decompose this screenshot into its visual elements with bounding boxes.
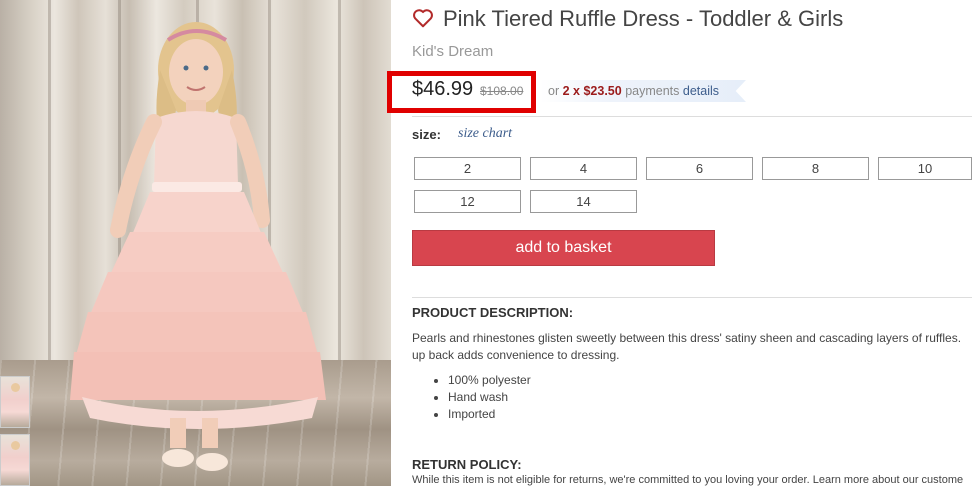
payment-word: payments bbox=[625, 84, 680, 98]
installment-text: or 2 x $23.50 payments details bbox=[548, 84, 719, 98]
description-line: Pearls and rhinestones glisten sweetly b… bbox=[412, 331, 962, 345]
divider bbox=[412, 116, 972, 117]
product-description-heading: PRODUCT DESCRIPTION: bbox=[412, 305, 574, 320]
size-option-14[interactable]: 14 bbox=[530, 190, 637, 213]
thumbnail-strip bbox=[0, 376, 30, 486]
return-policy-text: While this item is not eligible for retu… bbox=[412, 474, 964, 486]
list-item: Hand wash bbox=[432, 389, 531, 406]
size-label: size: bbox=[412, 127, 441, 142]
size-option-2[interactable]: 2 bbox=[414, 157, 521, 180]
return-policy-heading: RETURN POLICY: bbox=[412, 457, 522, 472]
feature-list: 100% polyester Hand wash Imported bbox=[432, 372, 531, 423]
thumbnail-1[interactable] bbox=[0, 376, 30, 428]
description-line: up back adds convenience to dressing. bbox=[412, 348, 620, 362]
size-option-6[interactable]: 6 bbox=[646, 157, 753, 180]
girl-in-dress-illustration bbox=[70, 22, 326, 471]
product-title: Pink Tiered Ruffle Dress - Toddler & Gir… bbox=[443, 6, 844, 31]
price-highlight-box bbox=[387, 71, 536, 113]
product-info-panel: Pink Tiered Ruffle Dress - Toddler & Gir… bbox=[387, 0, 972, 486]
payment-details-link[interactable]: details bbox=[683, 84, 719, 98]
payment-prefix: or bbox=[548, 84, 560, 98]
add-to-basket-button[interactable]: add to basket bbox=[412, 230, 715, 266]
size-option-8[interactable]: 8 bbox=[762, 157, 869, 180]
product-title-row: Pink Tiered Ruffle Dress - Toddler & Gir… bbox=[412, 6, 843, 32]
product-description-text: Pearls and rhinestones glisten sweetly b… bbox=[412, 330, 972, 364]
brand-name[interactable]: Kid's Dream bbox=[412, 43, 493, 60]
payment-amount: 2 x $23.50 bbox=[562, 84, 622, 98]
list-item: Imported bbox=[432, 406, 531, 423]
size-chart-link[interactable]: size chart bbox=[458, 126, 512, 142]
size-option-4[interactable]: 4 bbox=[530, 157, 637, 180]
thumbnail-2[interactable] bbox=[0, 434, 30, 486]
list-item: 100% polyester bbox=[432, 372, 531, 389]
heart-outline-icon[interactable] bbox=[412, 7, 434, 29]
product-image[interactable] bbox=[0, 0, 391, 486]
size-option-12[interactable]: 12 bbox=[414, 190, 521, 213]
divider bbox=[412, 297, 972, 298]
size-option-10[interactable]: 10 bbox=[878, 157, 972, 180]
